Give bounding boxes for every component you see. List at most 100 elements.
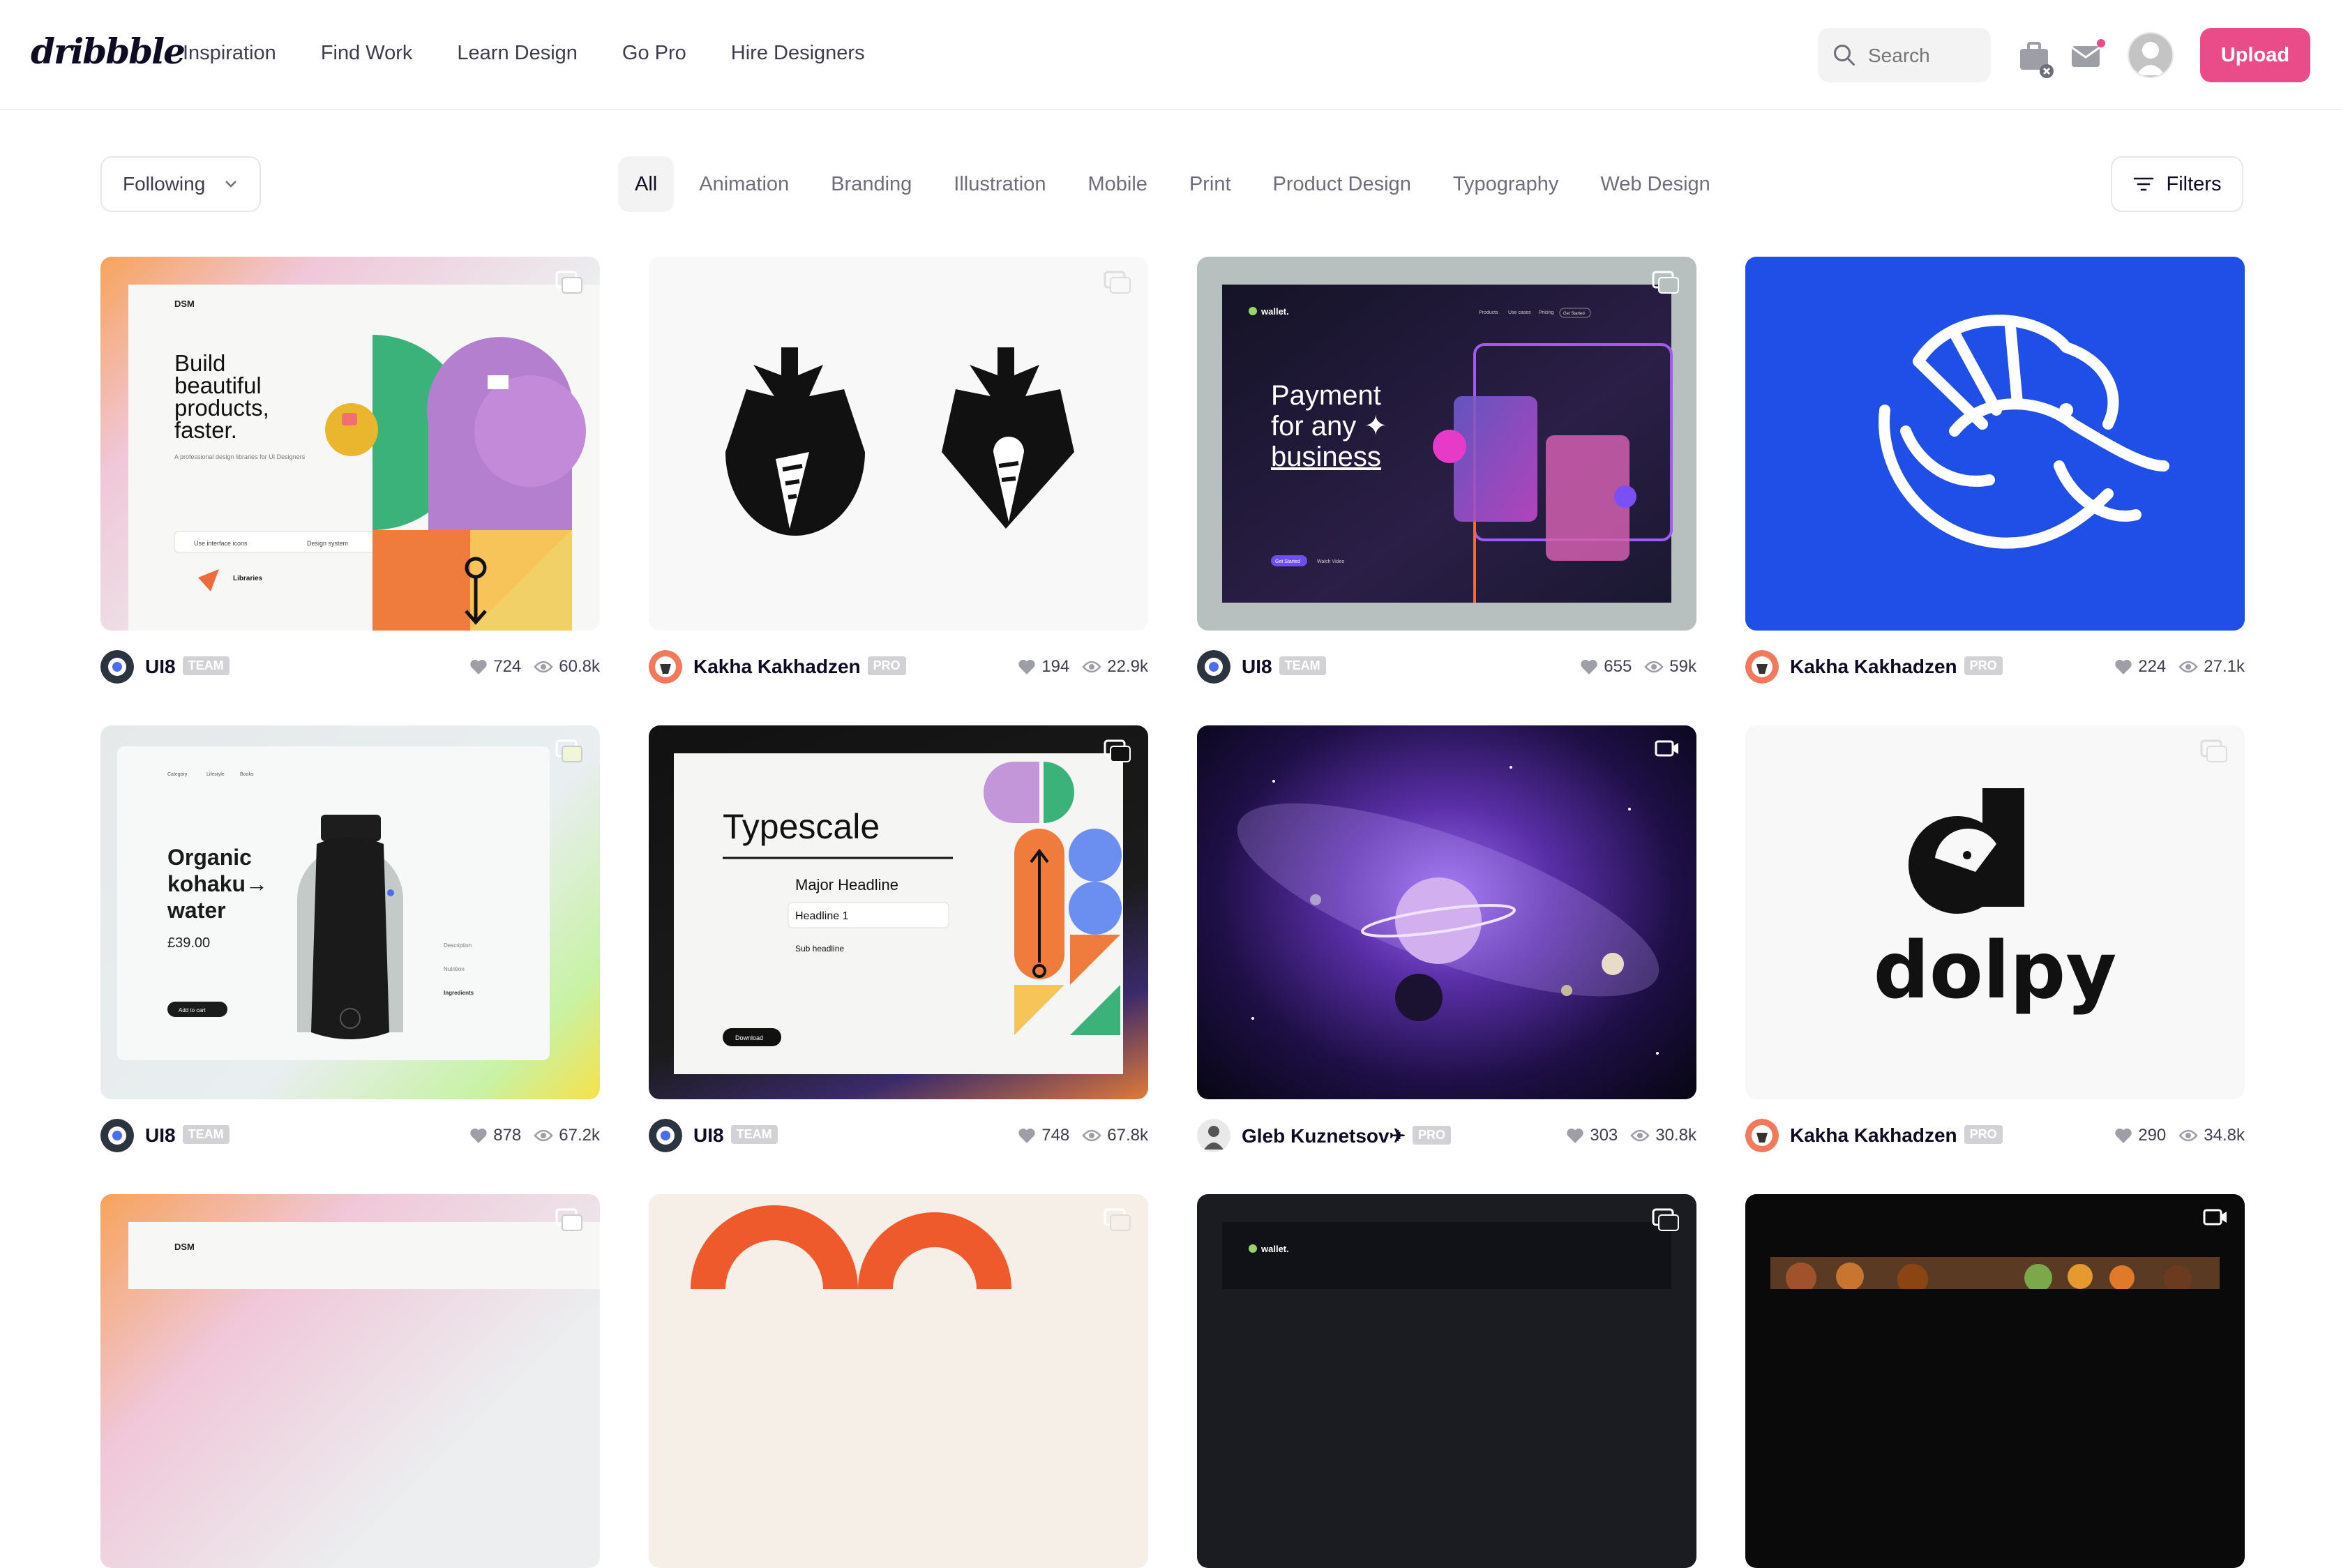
tab-mobile[interactable]: Mobile	[1067, 156, 1168, 212]
heart-icon[interactable]	[1580, 658, 1598, 675]
shot-thumbnail[interactable]	[649, 257, 1148, 631]
author-name[interactable]: UI8 TEAM	[145, 656, 229, 678]
author-name[interactable]: Gleb Kuznetsov✈ PRO	[1242, 1124, 1452, 1147]
typescale-download: Download	[735, 1034, 763, 1041]
wallet-headline-1: Payment	[1271, 380, 1381, 411]
nav-learn-design[interactable]: Learn Design	[457, 42, 578, 65]
shot-thumbnail[interactable]: dolpy	[1745, 725, 2245, 1099]
shot-thumbnail[interactable]: wallet.	[1197, 1194, 1696, 1568]
like-count: 194	[1041, 657, 1070, 676]
briefcase-icon[interactable]	[2017, 38, 2054, 80]
nav-hire-designers[interactable]: Hire Designers	[731, 42, 865, 65]
wallet-headline-3: business	[1271, 442, 1381, 472]
typescale-row-2: Headline 1	[795, 910, 849, 922]
heart-icon[interactable]	[469, 1127, 488, 1144]
author-avatar[interactable]	[100, 1119, 134, 1152]
upload-button[interactable]: Upload	[2200, 28, 2310, 82]
shot-stats: 748 67.8k	[1018, 1126, 1148, 1145]
tab-web-design[interactable]: Web Design	[1579, 156, 1731, 212]
tab-illustration[interactable]: Illustration	[933, 156, 1067, 212]
search-input[interactable]	[1867, 28, 1988, 84]
shot-thumbnail[interactable]: Typescale Major Headline Headline 1 Sub …	[649, 725, 1148, 1099]
following-dropdown[interactable]: Following	[100, 156, 261, 212]
author-avatar[interactable]	[100, 650, 134, 684]
filter-icon	[2133, 177, 2153, 191]
mail-icon[interactable]	[2069, 38, 2107, 71]
heart-icon[interactable]	[2114, 1127, 2132, 1144]
user-avatar[interactable]	[2128, 32, 2174, 78]
tab-product-design[interactable]: Product Design	[1252, 156, 1432, 212]
like-count: 655	[1604, 657, 1632, 676]
shot-thumbnail[interactable]	[1197, 725, 1696, 1099]
author-name[interactable]: UI8 TEAM	[145, 1124, 229, 1147]
author-name[interactable]: UI8 TEAM	[693, 1124, 778, 1147]
tab-animation[interactable]: Animation	[678, 156, 810, 212]
shot-thumbnail[interactable]	[1745, 257, 2245, 631]
nav-find-work[interactable]: Find Work	[321, 42, 413, 65]
author-avatar[interactable]	[1197, 1119, 1230, 1152]
author-avatar[interactable]	[1197, 650, 1230, 684]
organic-headline-2: kohaku→	[167, 871, 268, 896]
shot-thumbnail[interactable]	[1745, 1194, 2245, 1568]
tab-all[interactable]: All	[618, 156, 675, 212]
dolpy-wordmark: dolpy	[1874, 926, 2117, 1016]
nav-inspiration[interactable]: Inspiration	[183, 42, 276, 65]
author-avatar[interactable]	[1745, 650, 1779, 684]
tab-typography[interactable]: Typography	[1432, 156, 1580, 212]
shot-meta: Gleb Kuznetsov✈ PRO 303 30.8k	[1197, 1117, 1696, 1155]
tab-branding[interactable]: Branding	[810, 156, 933, 212]
organic-price: £39.00	[167, 935, 210, 951]
multi-shot-icon	[1652, 271, 1679, 294]
wallet-brand: wallet.	[1260, 306, 1289, 317]
heart-icon[interactable]	[469, 658, 488, 675]
shot-meta: UI8 TEAM 878 67.2k	[100, 1117, 600, 1155]
tab-print[interactable]: Print	[1168, 156, 1252, 212]
author-name[interactable]: UI8 TEAM	[1242, 656, 1326, 678]
organic-nutrition: Nutrition	[444, 966, 465, 972]
dsm-brand: DSM	[174, 1242, 195, 1252]
eye-icon	[2178, 661, 2198, 673]
like-count: 724	[493, 657, 522, 676]
dsm-search-b: Design system	[307, 540, 348, 547]
view-count: 60.8k	[559, 657, 600, 676]
author-avatar[interactable]	[649, 1119, 682, 1152]
author-name[interactable]: Kakha Kakhadzen PRO	[1790, 656, 2003, 678]
shot-meta: UI8 TEAM 748 67.8k	[649, 1117, 1148, 1155]
eye-icon	[534, 661, 553, 673]
wallet-brand: wallet.	[1260, 1244, 1289, 1254]
search-box[interactable]	[1818, 28, 1991, 84]
heart-icon[interactable]	[1018, 1127, 1036, 1144]
eye-icon	[2178, 1129, 2198, 1142]
view-count: 22.9k	[1107, 657, 1148, 676]
like-count: 303	[1590, 1126, 1618, 1145]
author-avatar[interactable]	[649, 650, 682, 684]
multi-shot-icon	[555, 271, 582, 294]
heart-icon[interactable]	[1566, 1127, 1584, 1144]
shot-thumbnail[interactable]: Category Lifestyle Books Organic kohaku→…	[100, 725, 600, 1099]
shot-meta: UI8 TEAM 724 60.8k	[100, 649, 600, 686]
dribbble-logo[interactable]: dribbble	[31, 31, 186, 72]
shot-thumbnail[interactable]: wallet. Products Use cases Pricing Get S…	[1197, 257, 1696, 631]
author-avatar[interactable]	[1745, 1119, 1779, 1152]
heart-icon[interactable]	[2114, 658, 2132, 675]
organic-menu-category: Category	[167, 772, 188, 777]
nav-go-pro[interactable]: Go Pro	[622, 42, 686, 65]
shot-stats: 303 30.8k	[1566, 1126, 1696, 1145]
shot-thumbnail[interactable]: DSM Build beautiful products, faster. A …	[100, 257, 600, 631]
like-count: 878	[493, 1126, 522, 1145]
filters-button[interactable]: Filters	[2111, 156, 2243, 212]
eye-icon	[1082, 1129, 1101, 1142]
shot-meta: Kakha Kakhadzen PRO 224 27.1k	[1745, 649, 2245, 686]
organic-ingredients: Ingredients	[444, 990, 474, 996]
eye-icon	[1644, 661, 1664, 673]
chevron-down-icon	[225, 181, 236, 188]
main-nav: Inspiration Find Work Learn Design Go Pr…	[183, 42, 910, 65]
shot-thumbnail[interactable]: DSM	[100, 1194, 600, 1568]
like-count: 224	[2138, 657, 2167, 676]
author-name[interactable]: Kakha Kakhadzen PRO	[1790, 1124, 2003, 1147]
shot-thumbnail[interactable]	[649, 1194, 1148, 1568]
heart-icon[interactable]	[1018, 658, 1036, 675]
food-market-art	[1770, 1257, 2220, 1295]
shot-meta: UI8 TEAM 655 59k	[1197, 649, 1696, 686]
author-name[interactable]: Kakha Kakhadzen PRO	[693, 656, 906, 678]
